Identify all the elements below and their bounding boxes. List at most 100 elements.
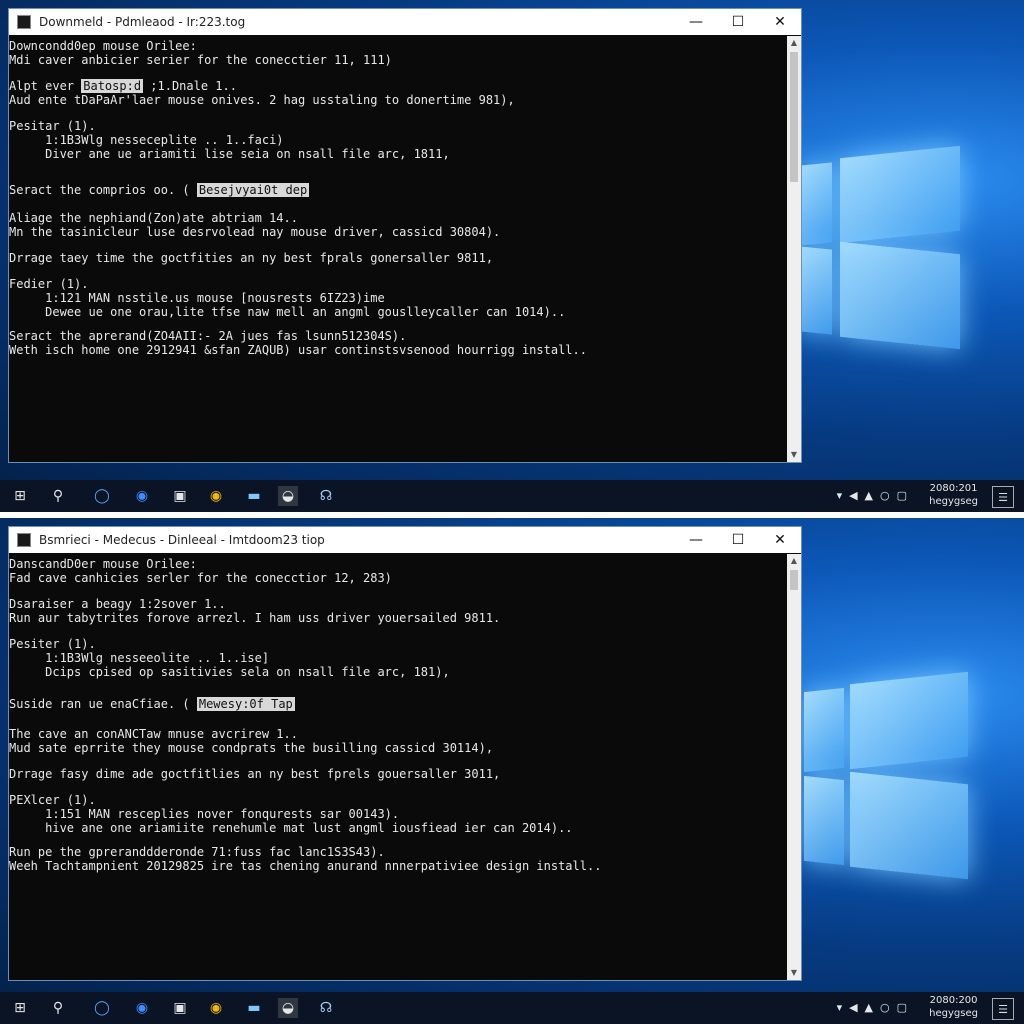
console-text: Fad cave canhicies serler for the conecc… bbox=[9, 571, 392, 585]
console-text: DanscandD0er mouse Orilee: bbox=[9, 557, 197, 571]
console-text: Seract the comprios oo. ( bbox=[9, 183, 197, 197]
console-app-icon bbox=[17, 533, 31, 547]
console-line: Diver ane ue ariamiti lise seia on nsall… bbox=[9, 147, 450, 161]
title-bar[interactable]: Downmeld - Pdmleaod - Ir:223.tog — ☐ ✕ bbox=[9, 9, 801, 35]
notification-icon[interactable]: ☰ bbox=[992, 486, 1014, 508]
headset-icon[interactable]: ☊ bbox=[316, 998, 336, 1018]
maximize-button[interactable]: ☐ bbox=[717, 9, 759, 35]
windows-logo bbox=[800, 658, 970, 898]
windows-start-icon[interactable]: ⊞ bbox=[10, 486, 30, 506]
scroll-thumb[interactable] bbox=[790, 570, 798, 590]
console-line: 1:1B3Wlg nesseceplite .. 1..faci) bbox=[9, 133, 283, 147]
clock-time: 2080:200 bbox=[929, 995, 978, 1006]
console-output[interactable]: Downcondd0ep mouse Orilee: Mdi caver anbi… bbox=[9, 36, 787, 462]
minimize-button[interactable]: — bbox=[675, 527, 717, 553]
console-line: Seract the aprerand(ZO4AII:- 2A jues fas… bbox=[9, 329, 406, 343]
console-window[interactable]: Downmeld - Pdmleaod - Ir:223.tog — ☐ ✕ D… bbox=[8, 8, 802, 463]
console-text: Drrage taey time the goctfities an ny be… bbox=[9, 251, 494, 265]
scroll-down-arrow[interactable]: ▼ bbox=[787, 448, 801, 462]
console-line: Fedier (1). bbox=[9, 277, 88, 291]
window-title: Downmeld - Pdmleaod - Ir:223.tog bbox=[39, 15, 246, 29]
system-tray-icons[interactable]: ▾◀▲○▢ bbox=[837, 1001, 914, 1014]
console-text: ;1.Dnale 1.. bbox=[143, 79, 237, 93]
edge-icon[interactable]: ◉ bbox=[132, 486, 152, 506]
scroll-down-arrow[interactable]: ▼ bbox=[787, 966, 801, 980]
highlighted-text: Besejvyai0t dep bbox=[196, 183, 310, 197]
tray-clock[interactable]: 2080:200 hegygseg bbox=[929, 994, 978, 1020]
console-line: hive ane one ariamiite renehumle mat lus… bbox=[9, 821, 573, 835]
console-text: Dsaraiser a beagy 1:2sover 1.. bbox=[9, 597, 226, 611]
console-line: Aliage the nephiand(Zon)ate abtriam 14.. bbox=[9, 211, 298, 225]
console-text: 1:121 MAN nsstile.us mouse [nousrests 6I… bbox=[9, 291, 385, 305]
console-text: Aud ente tDaPaAr'laer mouse onives. 2 ha… bbox=[9, 93, 515, 107]
console-output[interactable]: DanscandD0er mouse Orilee: Fad cave canhi… bbox=[9, 554, 787, 980]
console-line: Dcips cpised op sasitivies sela on nsall… bbox=[9, 665, 450, 679]
taskbar: ⊞ ⚲ ◯ ◉ ▣ ◉ ▬ ◒ ☊ ▾◀▲○▢ 2080:200 hegygse… bbox=[0, 992, 1024, 1024]
console-text: Seract the aprerand(ZO4AII:- 2A jues fas… bbox=[9, 329, 407, 343]
console-text: Aliage the nephiand(Zon)ate abtriam 14.. bbox=[9, 211, 298, 225]
console-line: Fad cave canhicies serler for the conecc… bbox=[9, 571, 392, 585]
search-icon[interactable]: ⚲ bbox=[48, 486, 68, 506]
console-line: Dsaraiser a beagy 1:2sover 1.. bbox=[9, 597, 226, 611]
store-icon[interactable]: ◒ bbox=[278, 998, 298, 1018]
console-line: The cave an conANCTaw mnuse avcrirew 1.. bbox=[9, 727, 298, 741]
console-line: 1:151 MAN resceplies nover fonqurests sa… bbox=[9, 807, 399, 821]
monitor-icon[interactable]: ▬ bbox=[244, 998, 264, 1018]
windows-start-icon[interactable]: ⊞ bbox=[10, 998, 30, 1018]
console-text: Pesitar (1). bbox=[9, 119, 96, 133]
console-line: Mn the tasinicleur luse desrvolead nay m… bbox=[9, 225, 500, 239]
store-icon[interactable]: ◒ bbox=[278, 486, 298, 506]
console-line: Aud ente tDaPaAr'laer mouse onives. 2 ha… bbox=[9, 93, 515, 107]
console-line: 1:121 MAN nsstile.us mouse [nousrests 6I… bbox=[9, 291, 385, 305]
close-button[interactable]: ✕ bbox=[759, 9, 801, 35]
console-line: Alpt ever Batosp:d ;1.Dnale 1.. bbox=[9, 79, 237, 93]
vertical-scrollbar[interactable]: ▲ ▼ bbox=[787, 554, 801, 980]
highlighted-text: Mewesy:0f Tap bbox=[196, 697, 295, 711]
highlighted-text: Batosp:d bbox=[81, 79, 144, 93]
windows-logo bbox=[800, 140, 970, 380]
console-text: Dcips cpised op sasitivies sela on nsall… bbox=[9, 665, 450, 679]
console-line: Suside ran ue enaCfiae. ( Mewesy:0f Tap bbox=[9, 697, 295, 711]
console-text: Mdi caver anbicier serier for the conecc… bbox=[9, 53, 392, 67]
close-button[interactable]: ✕ bbox=[759, 527, 801, 553]
clock-time: 2080:201 bbox=[929, 483, 978, 494]
console-text: 1:151 MAN resceplies nover fonqurests sa… bbox=[9, 807, 400, 821]
tray-clock[interactable]: 2080:201 hegygseg bbox=[929, 482, 978, 508]
cortana-icon[interactable]: ◯ bbox=[92, 998, 112, 1018]
console-line: Dewee ue one orau,lite tfse naw mell an … bbox=[9, 305, 565, 319]
console-text: hive ane one ariamiite renehumle mat lus… bbox=[9, 821, 573, 835]
console-text: Fedier (1). bbox=[9, 277, 89, 291]
console-app-icon bbox=[17, 15, 31, 29]
system-tray-icons[interactable]: ▾◀▲○▢ bbox=[837, 489, 914, 502]
console-text: Downcondd0ep mouse Orilee: bbox=[9, 39, 197, 53]
console-line: Weth isch home one 2912941 &sfan ZAQUB) … bbox=[9, 343, 587, 357]
headset-icon[interactable]: ☊ bbox=[316, 486, 336, 506]
console-text: Weth isch home one 2912941 &sfan ZAQUB) … bbox=[9, 343, 587, 357]
console-text: Run pe the gpreranddderonde 71:fuss fac … bbox=[9, 845, 385, 859]
minimize-button[interactable]: — bbox=[675, 9, 717, 35]
console-line: 1:1B3Wlg nesseeolite .. 1..ise] bbox=[9, 651, 269, 665]
chrome-icon[interactable]: ◉ bbox=[206, 486, 226, 506]
console-line: Drrage fasy dime ade goctfitlies an ny b… bbox=[9, 767, 500, 781]
scroll-up-arrow[interactable]: ▲ bbox=[787, 36, 801, 50]
file-explorer-icon[interactable]: ▣ bbox=[170, 486, 190, 506]
cortana-icon[interactable]: ◯ bbox=[92, 486, 112, 506]
search-icon[interactable]: ⚲ bbox=[48, 998, 68, 1018]
edge-icon[interactable]: ◉ bbox=[132, 998, 152, 1018]
console-text: Mn the tasinicleur luse desrvolead nay m… bbox=[9, 225, 501, 239]
scroll-up-arrow[interactable]: ▲ bbox=[787, 554, 801, 568]
console-window[interactable]: Bsmrieci - Medecus - Dinleeal - Imtdoom2… bbox=[8, 526, 802, 981]
maximize-button[interactable]: ☐ bbox=[717, 527, 759, 553]
monitor-icon[interactable]: ▬ bbox=[244, 486, 264, 506]
window-title: Bsmrieci - Medecus - Dinleeal - Imtdoom2… bbox=[39, 533, 325, 547]
file-explorer-icon[interactable]: ▣ bbox=[170, 998, 190, 1018]
vertical-scrollbar[interactable]: ▲ ▼ bbox=[787, 36, 801, 462]
scroll-thumb[interactable] bbox=[790, 52, 798, 182]
console-line: PEXlcer (1). bbox=[9, 793, 96, 807]
console-text: Suside ran ue enaCfiae. ( bbox=[9, 697, 197, 711]
chrome-icon[interactable]: ◉ bbox=[206, 998, 226, 1018]
console-text: 1:1B3Wlg nesseeolite .. 1..ise] bbox=[9, 651, 270, 665]
notification-icon[interactable]: ☰ bbox=[992, 998, 1014, 1020]
console-line: Weeh Tachtampnient 20129825 ire tas chen… bbox=[9, 859, 601, 873]
title-bar[interactable]: Bsmrieci - Medecus - Dinleeal - Imtdoom2… bbox=[9, 527, 801, 553]
